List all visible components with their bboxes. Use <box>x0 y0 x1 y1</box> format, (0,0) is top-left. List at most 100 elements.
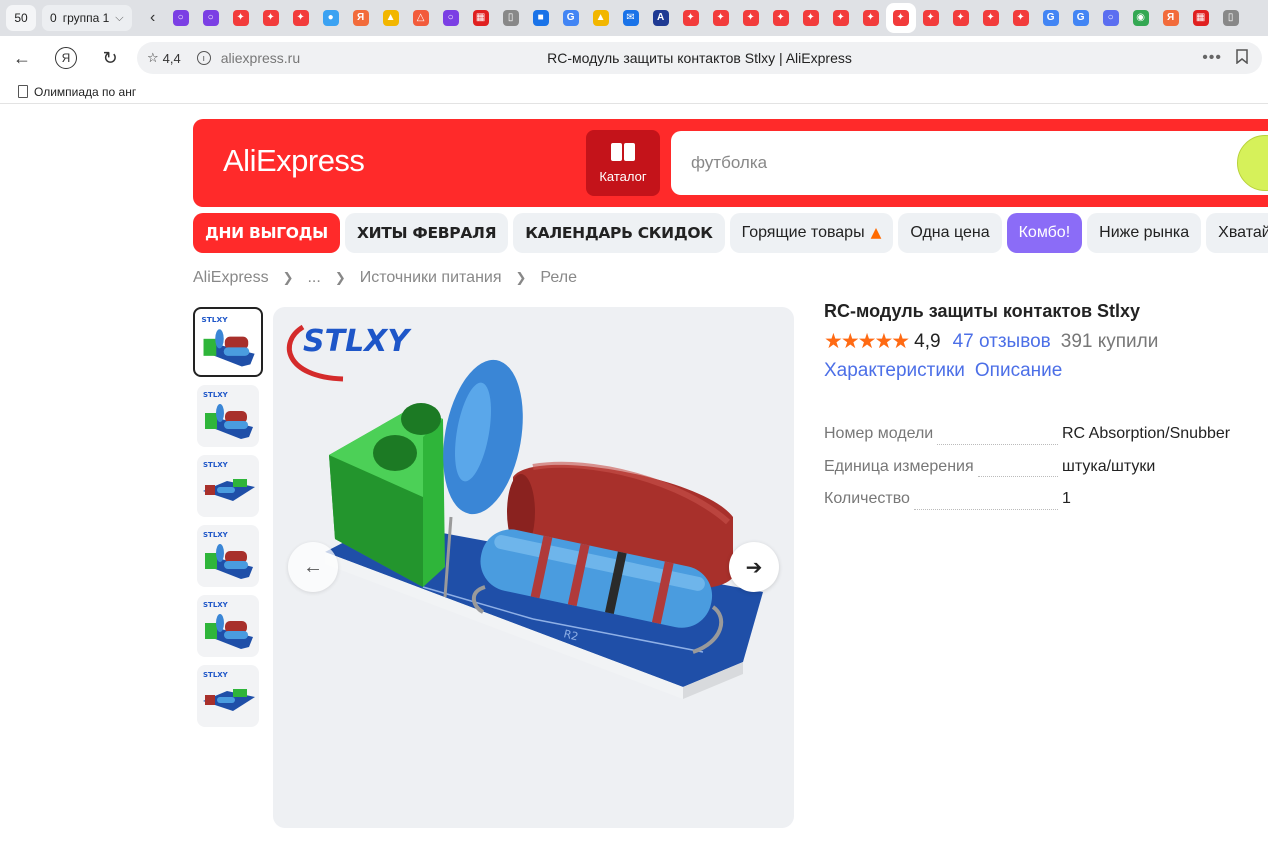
svg-text:STLXY: STLXY <box>203 531 229 539</box>
svg-text:STLXY: STLXY <box>203 391 229 399</box>
browser-tab[interactable]: Я <box>346 3 376 33</box>
product-photo: STLXY R2 <box>286 324 763 699</box>
thumbnail[interactable]: STLXY <box>197 525 259 587</box>
breadcrumb-item[interactable]: AliExpress <box>193 269 269 287</box>
chevron-right-icon: ❯ <box>515 270 527 285</box>
browser-tab[interactable]: ▲ <box>376 3 406 33</box>
browser-tab[interactable]: ✦ <box>676 3 706 33</box>
browser-tab[interactable]: ✦ <box>826 3 856 33</box>
browser-tab[interactable]: ✦ <box>946 3 976 33</box>
breadcrumb-item[interactable]: Реле <box>540 269 577 287</box>
browser-tab[interactable]: ○ <box>436 3 466 33</box>
browser-tab[interactable]: ✦ <box>885 3 916 33</box>
browser-tab[interactable]: ● <box>316 3 346 33</box>
browser-tab[interactable]: ✦ <box>796 3 826 33</box>
reload-icon[interactable]: ↻ <box>88 36 132 80</box>
browser-tab[interactable]: ▦ <box>1186 3 1216 33</box>
browser-tab[interactable]: ✦ <box>226 3 256 33</box>
browser-tab[interactable]: ✦ <box>286 3 316 33</box>
reviews-link[interactable]: 47 отзывов <box>953 331 1051 353</box>
browser-tab[interactable]: ○ <box>166 3 196 33</box>
site-rating[interactable]: ☆ 4,4 <box>147 50 181 66</box>
bookmark-item[interactable]: Олимпиада по анг <box>18 85 142 99</box>
tabs-scroll-left-icon[interactable]: ‹ <box>142 9 164 27</box>
page-title: RC-модуль защиты контактов Stlxy | AliEx… <box>547 50 852 66</box>
document-icon <box>18 85 28 98</box>
back-arrow-icon[interactable]: ← <box>0 36 44 80</box>
promo-chip[interactable]: ХИТЫ ФЕВРАЛЯ <box>344 213 509 253</box>
red-plus-icon: ✦ <box>232 10 249 26</box>
bookmarks-bar: Олимпиада по анг <box>0 80 1268 104</box>
browser-tab[interactable]: ✦ <box>706 3 736 33</box>
aliexpress-logo[interactable]: AliExpress <box>223 143 365 179</box>
search-input[interactable] <box>671 131 1231 195</box>
site-info-icon[interactable]: ı <box>196 51 211 65</box>
catalog-label: Каталог <box>599 168 647 184</box>
chevron-right-icon: ❯ <box>282 270 294 285</box>
spec-list: Номер модели RC Absorption/Snubber Единица… <box>824 425 1244 523</box>
promo-chip[interactable]: Комбо! <box>1006 213 1083 253</box>
breadcrumb-item[interactable]: ... <box>307 269 320 287</box>
google-icon: G <box>562 10 579 26</box>
browser-tab[interactable]: ✦ <box>976 3 1006 33</box>
browser-tab[interactable]: ✦ <box>916 3 946 33</box>
description-link[interactable]: Описание <box>975 360 1062 382</box>
browser-tab[interactable]: ○ <box>196 3 226 33</box>
next-image-button[interactable]: ➔ <box>729 542 779 592</box>
browser-tab[interactable]: ▲ <box>586 3 616 33</box>
promo-chip-label: Комбо! <box>1018 224 1071 241</box>
arrow-right-icon: ➔ <box>745 556 763 579</box>
search-box <box>671 131 1268 195</box>
promo-chip[interactable]: ДНИ ВЫГОДЫ <box>193 213 340 253</box>
breadcrumb-item[interactable]: Источники питания <box>360 269 502 287</box>
promo-chip[interactable]: Ниже рынка <box>1087 213 1202 253</box>
thumbnail[interactable]: STLXY <box>197 665 259 727</box>
star-outline-icon: ☆ <box>147 50 159 65</box>
rating-stars-icon[interactable]: ★★★★★ <box>824 329 910 354</box>
browser-tab[interactable]: G <box>1036 3 1066 33</box>
thumbnail[interactable]: STLXY <box>197 455 259 517</box>
browser-tab[interactable]: ▯ <box>496 3 526 33</box>
promo-chip[interactable]: Одна цена <box>898 213 1002 253</box>
bookmark-label: Олимпиада по анг <box>34 84 137 99</box>
browser-tab[interactable]: G <box>1066 3 1096 33</box>
more-dots-icon[interactable]: ••• <box>1202 49 1222 67</box>
browser-tab[interactable]: ▦ <box>466 3 496 33</box>
product-title: RC-модуль защиты контактов Stlxy <box>824 301 1141 321</box>
spec-value: штука/штуки <box>1062 457 1156 475</box>
promo-chip[interactable]: КАЛЕНДАРЬ СКИДОК <box>513 213 725 253</box>
search-button[interactable] <box>1237 135 1268 191</box>
browser-tab[interactable]: A <box>646 3 676 33</box>
yandex-icon[interactable]: Я <box>44 36 88 80</box>
browser-tab[interactable]: ◉ <box>1126 3 1156 33</box>
browser-tab[interactable]: △ <box>406 3 436 33</box>
tab-group[interactable]: 0 группа 1 ⌵ <box>42 5 132 31</box>
colorful-dots-icon: ● <box>322 10 339 26</box>
browser-tab[interactable]: G <box>556 3 586 33</box>
promo-chip[interactable]: Хватай ку <box>1206 213 1268 253</box>
browser-tab[interactable]: ✦ <box>736 3 766 33</box>
promo-chip-label: ХИТЫ ФЕВРАЛЯ <box>356 224 497 242</box>
browser-tab[interactable]: ▯ <box>1216 3 1246 33</box>
thumbnail[interactable]: STLXY <box>197 385 259 447</box>
browser-tab[interactable]: ■ <box>526 3 556 33</box>
browser-tab[interactable]: ✦ <box>766 3 796 33</box>
previous-image-button[interactable]: ← <box>288 542 338 592</box>
characteristics-link[interactable]: Характеристики <box>824 360 965 382</box>
thumbnail[interactable]: STLXY <box>193 307 263 377</box>
catalog-button[interactable]: Каталог <box>586 130 660 196</box>
address-bar[interactable]: ☆ 4,4 ı aliexpress.ru RC-модуль защиты к… <box>137 42 1262 74</box>
browser-tab[interactable]: ✦ <box>1006 3 1036 33</box>
browser-tab[interactable]: ○ <box>1096 3 1126 33</box>
bought-count: 391 купили <box>1060 330 1159 352</box>
browser-tab[interactable]: Я <box>1156 3 1186 33</box>
browser-tab[interactable]: ✦ <box>856 3 886 33</box>
promo-chip[interactable]: Горящие товары ▲ <box>729 213 894 253</box>
main-product-image[interactable]: STLXY R2 <box>273 307 794 828</box>
tab-count-badge[interactable]: 50 <box>6 5 36 31</box>
svg-text:STLXY: STLXY <box>203 461 229 469</box>
thumbnail[interactable]: STLXY <box>197 595 259 657</box>
browser-tab[interactable]: ✦ <box>256 3 286 33</box>
bookmark-icon[interactable] <box>1236 48 1248 68</box>
browser-tab[interactable]: ✉ <box>616 3 646 33</box>
